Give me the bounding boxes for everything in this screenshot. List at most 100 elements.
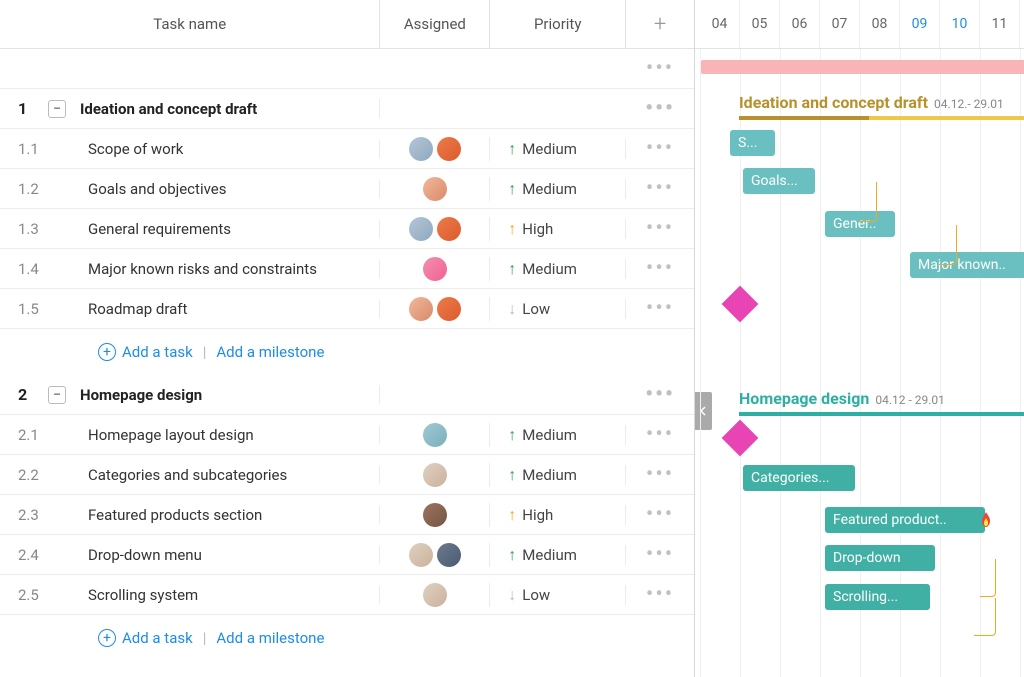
day-header[interactable]: 05 xyxy=(740,0,780,48)
task-name: Major known risks and constraints xyxy=(88,260,379,278)
group-title: Ideation and concept draft xyxy=(80,100,379,118)
connector-line xyxy=(859,182,877,222)
project-timeline-bar[interactable] xyxy=(701,60,1024,74)
row-more-icon[interactable]: ••• xyxy=(626,136,694,161)
task-row[interactable]: 1.3 General requirements ↑ High ••• xyxy=(0,209,694,249)
avatar[interactable] xyxy=(423,463,447,487)
timeline-pane: 0405060708091011 Ideation and concept dr… xyxy=(695,0,1024,677)
day-header[interactable]: 04 xyxy=(700,0,740,48)
col-header-priority[interactable]: Priority xyxy=(490,0,626,48)
avatar[interactable] xyxy=(437,217,461,241)
task-number: 1.5 xyxy=(18,300,42,318)
task-row[interactable]: 2.3 Featured products section ↑ High ••• xyxy=(0,495,694,535)
avatar[interactable] xyxy=(423,583,447,607)
add-milestone-button[interactable]: Add a milestone xyxy=(216,343,324,361)
priority-label: Medium xyxy=(522,466,577,484)
collapse-toggle[interactable]: − xyxy=(48,386,66,404)
row-more-icon[interactable]: ••• xyxy=(626,56,694,81)
avatar[interactable] xyxy=(423,177,447,201)
priority-arrow-icon: ↓ xyxy=(508,299,516,319)
priority-arrow-icon: ↑ xyxy=(508,505,516,525)
day-header[interactable]: 08 xyxy=(860,0,900,48)
avatar[interactable] xyxy=(409,137,433,161)
gantt-group-dates: 04.12.- 29.01 xyxy=(934,97,1004,111)
add-column-button[interactable]: + xyxy=(626,0,694,48)
avatar[interactable] xyxy=(423,503,447,527)
gantt-bar[interactable]: S... xyxy=(730,130,775,156)
row-more-icon[interactable]: ••• xyxy=(626,296,694,321)
priority-label: High xyxy=(522,220,553,238)
task-number: 2.4 xyxy=(18,546,42,564)
connector-line xyxy=(980,559,996,597)
row-more-icon[interactable]: ••• xyxy=(626,582,694,607)
gantt-bar[interactable]: Scrolling... xyxy=(825,584,930,610)
row-more-icon[interactable]: ••• xyxy=(626,176,694,201)
avatar[interactable] xyxy=(437,137,461,161)
group-row[interactable]: 2 − Homepage design ••• xyxy=(0,375,694,415)
col-header-assigned[interactable]: Assigned xyxy=(380,0,490,48)
row-more-icon[interactable]: ••• xyxy=(626,502,694,527)
avatar[interactable] xyxy=(437,297,461,321)
task-row[interactable]: 1.5 Roadmap draft ↓ Low ••• xyxy=(0,289,694,329)
task-row[interactable]: 2.5 Scrolling system ↓ Low ••• xyxy=(0,575,694,615)
task-name: Roadmap draft xyxy=(88,300,379,318)
avatar[interactable] xyxy=(409,543,433,567)
day-header[interactable]: 06 xyxy=(780,0,820,48)
connector-line xyxy=(974,598,996,636)
task-number: 1.4 xyxy=(18,260,42,278)
gantt-group-title: Homepage design xyxy=(739,389,869,408)
task-number: 2.5 xyxy=(18,586,42,604)
avatar[interactable] xyxy=(409,297,433,321)
day-header[interactable]: 10 xyxy=(940,0,980,48)
col-header-taskname[interactable]: Task name xyxy=(0,0,380,48)
row-more-icon[interactable]: ••• xyxy=(626,462,694,487)
gantt-bar[interactable]: Goals... xyxy=(743,168,815,194)
day-header[interactable]: 09 xyxy=(900,0,940,48)
connector-line xyxy=(939,225,957,265)
task-row[interactable]: 1.2 Goals and objectives ↑ Medium ••• xyxy=(0,169,694,209)
row-more-icon[interactable]: ••• xyxy=(626,96,694,121)
avatar[interactable] xyxy=(437,543,461,567)
day-header[interactable]: 07 xyxy=(820,0,860,48)
group-number: 2 xyxy=(18,385,34,404)
row-more-icon[interactable]: ••• xyxy=(626,422,694,447)
task-row[interactable]: 2.2 Categories and subcategories ↑ Mediu… xyxy=(0,455,694,495)
gantt-bar[interactable]: Featured product.. xyxy=(825,507,985,533)
milestone-diamond[interactable] xyxy=(722,286,759,323)
row-more-icon[interactable]: ••• xyxy=(626,256,694,281)
plus-circle-icon: + xyxy=(98,343,116,361)
milestone-diamond[interactable] xyxy=(722,420,759,457)
priority-label: Medium xyxy=(522,180,577,198)
gantt-bar[interactable]: Categories... xyxy=(743,465,855,491)
row-more-icon[interactable]: ••• xyxy=(626,382,694,407)
gantt-bar[interactable]: Drop-down xyxy=(825,545,935,571)
avatar[interactable] xyxy=(423,423,447,447)
add-row: + Add a task | Add a milestone xyxy=(0,329,694,375)
task-row[interactable]: 2.4 Drop-down menu ↑ Medium ••• xyxy=(0,535,694,575)
add-milestone-button[interactable]: Add a milestone xyxy=(216,629,324,647)
task-name: Homepage layout design xyxy=(88,426,379,444)
group-number: 1 xyxy=(18,99,34,118)
gantt-bar[interactable]: Major known.. xyxy=(910,252,1024,278)
avatar[interactable] xyxy=(423,257,447,281)
priority-arrow-icon: ↑ xyxy=(508,219,516,239)
avatar[interactable] xyxy=(409,217,433,241)
group-row[interactable]: 1 − Ideation and concept draft ••• xyxy=(0,89,694,129)
task-name: Scope of work xyxy=(88,140,379,158)
collapse-toggle[interactable]: − xyxy=(48,100,66,118)
task-row[interactable]: 2.1 Homepage layout design ↑ Medium ••• xyxy=(0,415,694,455)
row-more-icon[interactable]: ••• xyxy=(626,216,694,241)
priority-label: High xyxy=(522,506,553,524)
priority-arrow-icon: ↓ xyxy=(508,585,516,605)
priority-label: Low xyxy=(522,300,550,318)
row-more-icon[interactable]: ••• xyxy=(626,542,694,567)
task-number: 2.1 xyxy=(18,426,42,444)
priority-arrow-icon: ↑ xyxy=(508,259,516,279)
add-task-button[interactable]: + Add a task xyxy=(98,629,193,647)
collapse-timeline-handle[interactable] xyxy=(695,392,712,430)
add-task-button[interactable]: + Add a task xyxy=(98,343,193,361)
task-number: 1.2 xyxy=(18,180,42,198)
day-header[interactable]: 11 xyxy=(980,0,1020,48)
task-row[interactable]: 1.4 Major known risks and constraints ↑ … xyxy=(0,249,694,289)
task-row[interactable]: 1.1 Scope of work ↑ Medium ••• xyxy=(0,129,694,169)
